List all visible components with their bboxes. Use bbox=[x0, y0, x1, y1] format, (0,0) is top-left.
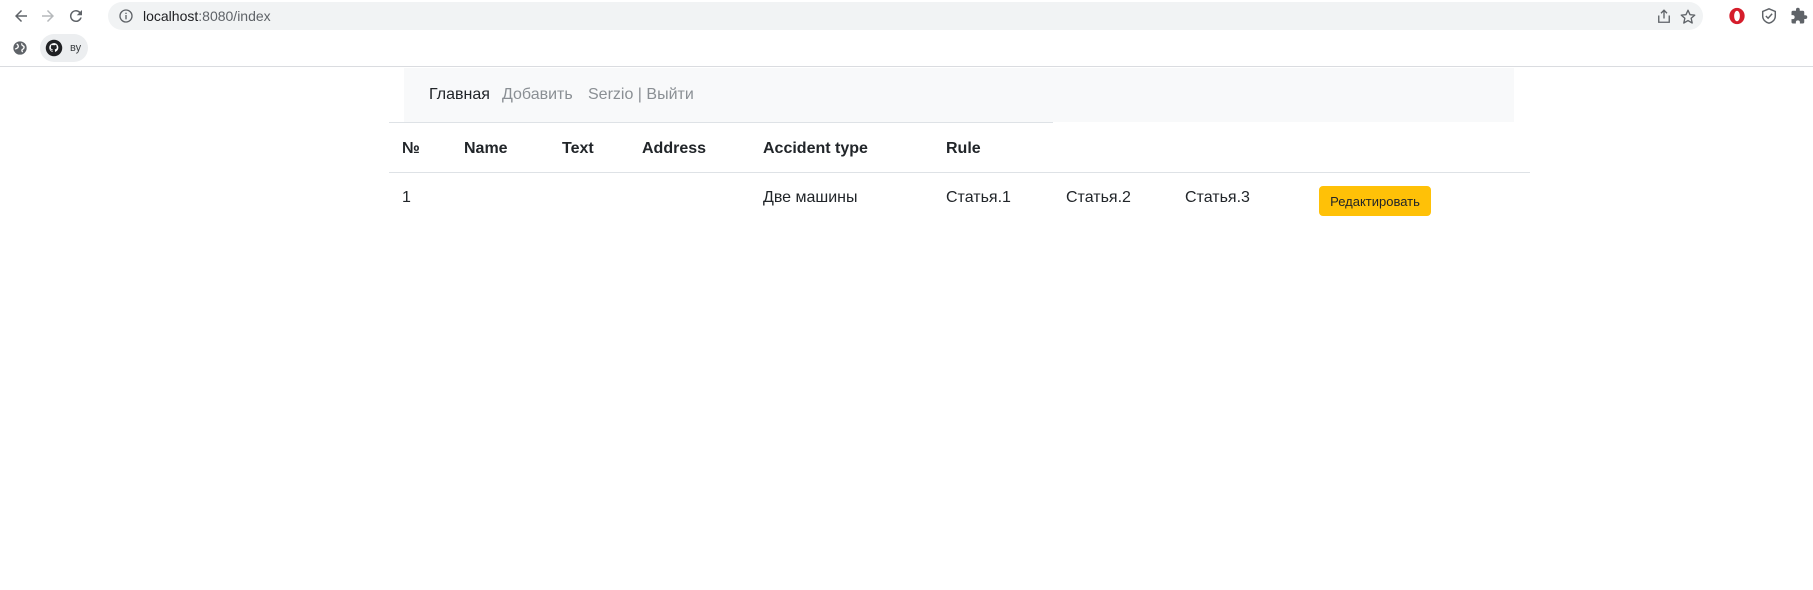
bookmark-label: ву bbox=[70, 42, 82, 54]
cell-rule-1: Статья.1 bbox=[946, 189, 1011, 206]
info-icon[interactable] bbox=[118, 8, 134, 24]
cell-accident-type: Две машины bbox=[763, 189, 858, 206]
share-icon[interactable] bbox=[1655, 8, 1673, 26]
address-bar[interactable]: localhost:8080/index bbox=[108, 2, 1703, 30]
extensions-button[interactable] bbox=[1789, 6, 1809, 26]
nav-home-link[interactable]: Главная bbox=[429, 68, 490, 122]
back-button[interactable] bbox=[8, 3, 34, 29]
opera-extension[interactable] bbox=[1727, 6, 1747, 26]
header-number: № bbox=[402, 140, 420, 157]
reload-button[interactable] bbox=[63, 3, 89, 29]
arrow-right-icon bbox=[42, 10, 54, 22]
github-icon bbox=[45, 39, 63, 57]
reload-icon bbox=[69, 10, 82, 23]
cell-rule-3: Статья.3 bbox=[1185, 189, 1250, 206]
header-rule: Rule bbox=[946, 140, 981, 157]
url-host: localhost bbox=[143, 8, 199, 24]
browser-toolbar: localhost:8080/index ву bbox=[0, 0, 1813, 67]
puzzle-icon bbox=[1791, 7, 1808, 24]
cell-rule-2: Статья.2 bbox=[1066, 189, 1131, 206]
header-bottom-border bbox=[389, 172, 1530, 173]
url-text[interactable]: localhost:8080/index bbox=[143, 2, 271, 30]
forward-button[interactable] bbox=[35, 3, 61, 29]
bookmark-github[interactable]: ву bbox=[40, 34, 88, 62]
nav-user-logout-link[interactable]: Serzio | Выйти bbox=[588, 68, 694, 122]
table-top-border bbox=[389, 122, 1053, 123]
opera-icon bbox=[1729, 7, 1745, 25]
header-accident-type: Accident type bbox=[763, 140, 868, 157]
edit-button[interactable]: Редактировать bbox=[1319, 186, 1431, 216]
header-text: Text bbox=[562, 140, 594, 157]
header-address: Address bbox=[642, 140, 707, 157]
star-icon[interactable] bbox=[1679, 8, 1697, 26]
shield-extension[interactable] bbox=[1759, 6, 1779, 26]
arrow-left-icon bbox=[15, 10, 27, 22]
header-name: Name bbox=[464, 140, 508, 157]
cell-id: 1 bbox=[402, 189, 411, 206]
globe-icon[interactable] bbox=[12, 40, 28, 56]
url-path: :8080/index bbox=[198, 8, 271, 24]
nav-add-link[interactable]: Добавить bbox=[502, 68, 573, 122]
top-navbar: Главная Добавить Serzio | Выйти bbox=[404, 68, 1514, 122]
shield-icon bbox=[1761, 8, 1777, 24]
